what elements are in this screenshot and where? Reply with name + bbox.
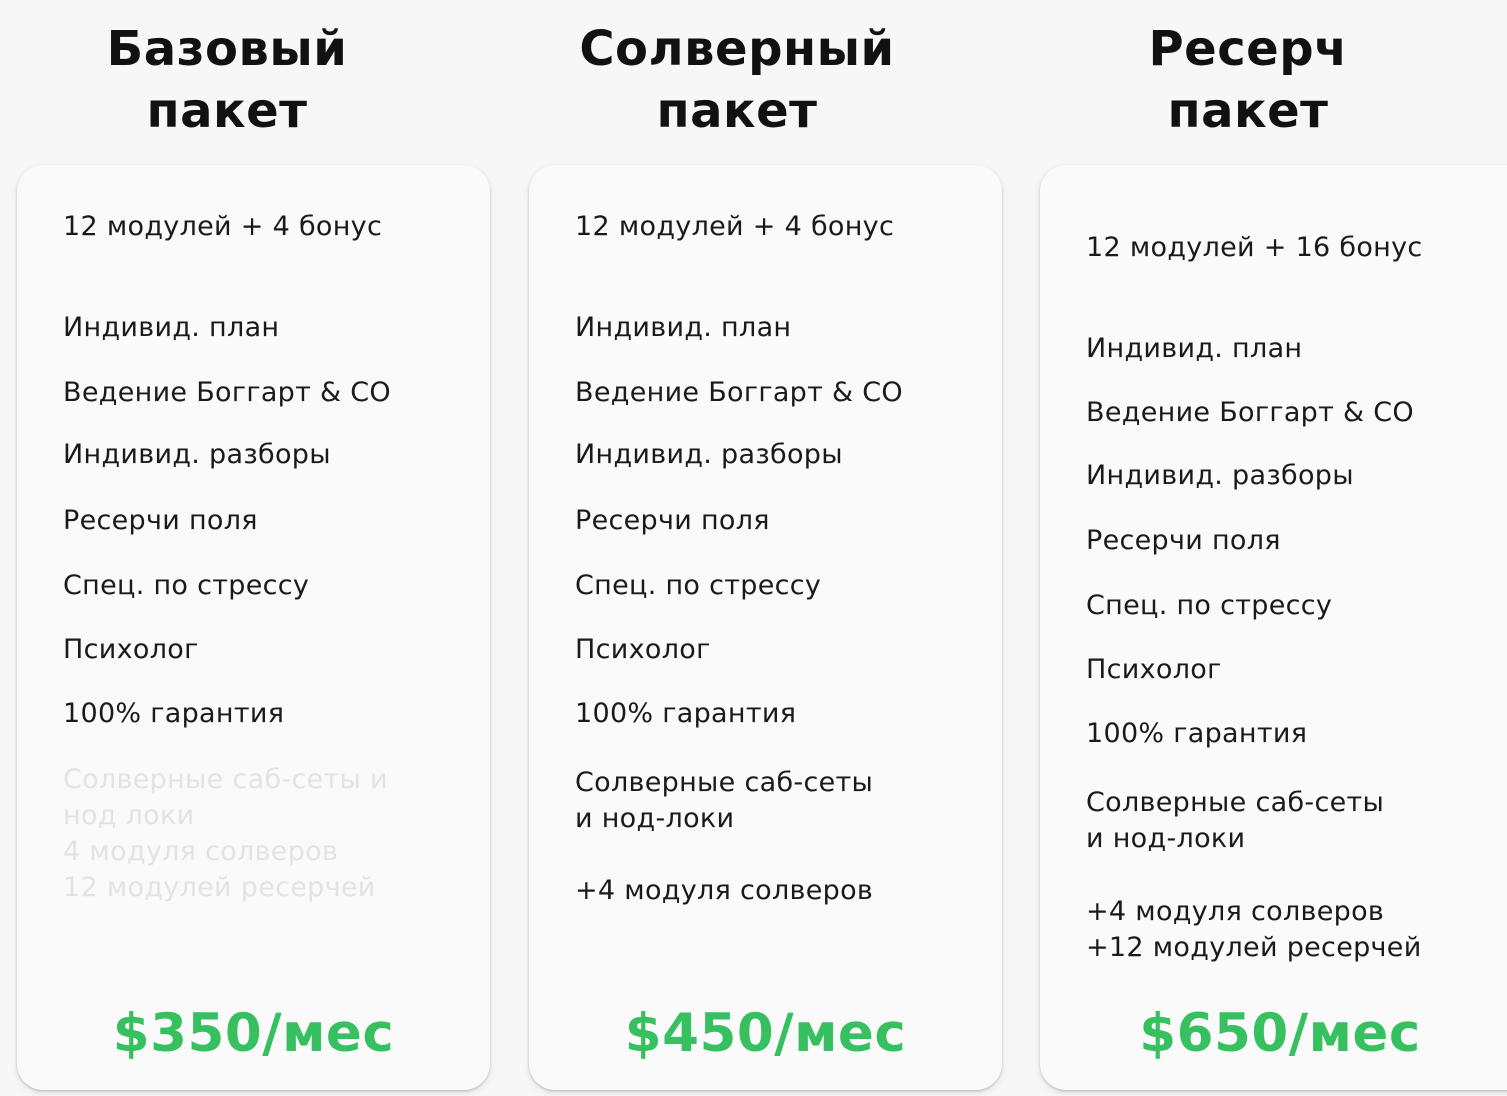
feature-item: +4 модуля солверов	[575, 875, 874, 906]
unavailable-feature-item: 4 модуля солверов	[63, 836, 339, 867]
feature-item: Психолог	[63, 634, 199, 665]
feature-item: +4 модуля солверов	[1086, 896, 1385, 927]
feature-item: Индивид. разборы	[1086, 460, 1354, 491]
feature-item: 100% гарантия	[575, 698, 797, 729]
package-card-research[interactable]: 12 модулей + 16 бонус Индивид. план Веде…	[1040, 165, 1507, 1090]
feature-item: и нод-локи	[1086, 823, 1246, 854]
price-label: $650/мес	[1139, 1003, 1421, 1064]
feature-item: Ресерчи поля	[1086, 525, 1281, 556]
package-card-basic[interactable]: 12 модулей + 4 бонус Индивид. план Веден…	[17, 165, 490, 1090]
feature-item: 12 модулей + 16 бонус	[1086, 232, 1423, 263]
title-line: Ресерч	[1148, 21, 1348, 77]
unavailable-feature-item: Солверные саб-сеты и	[63, 764, 388, 795]
package-title-basic: Базовый пакет	[0, 18, 467, 142]
feature-item: Индивид. план	[63, 312, 280, 343]
price-label: $350/мес	[112, 1003, 395, 1064]
feature-item: Ресерчи поля	[575, 505, 770, 536]
feature-item: Индивид. разборы	[63, 439, 331, 470]
feature-item: Индивид. разборы	[575, 439, 843, 470]
feature-item: и нод-локи	[575, 803, 735, 834]
title-line: пакет	[1167, 83, 1329, 139]
feature-item: 100% гарантия	[63, 698, 285, 729]
feature-item: Ведение Боггарт & CO	[575, 377, 903, 408]
unavailable-feature-item: 12 модулей ресерчей	[63, 872, 376, 903]
feature-item: Спец. по стрессу	[1086, 590, 1333, 621]
title-line: Солверный	[579, 21, 895, 77]
feature-item: Ведение Боггарт & CO	[1086, 397, 1414, 428]
feature-item: Спец. по стрессу	[575, 570, 822, 601]
feature-item: Солверные саб-сеты	[1086, 787, 1385, 818]
price-label: $450/мес	[624, 1003, 907, 1064]
feature-item: +12 модулей ресерчей	[1086, 932, 1422, 963]
pricing-page: Базовый пакет Солверный пакет Ресерч пак…	[0, 0, 1507, 1096]
unavailable-feature-item: нод локи	[63, 800, 195, 831]
feature-item: Индивид. план	[1086, 333, 1303, 364]
title-line: пакет	[656, 83, 818, 139]
feature-item: 100% гарантия	[1086, 718, 1308, 749]
feature-item: Психолог	[575, 634, 711, 665]
package-title-solver: Солверный пакет	[497, 18, 977, 142]
title-line: Базовый	[106, 21, 348, 77]
feature-item: Солверные саб-сеты	[575, 767, 874, 798]
package-title-research: Ресерч пакет	[1008, 18, 1488, 142]
feature-item: Психолог	[1086, 654, 1222, 685]
feature-item: Индивид. план	[575, 312, 792, 343]
package-card-solver[interactable]: 12 модулей + 4 бонус Индивид. план Веден…	[529, 165, 1002, 1090]
feature-item: Ведение Боггарт & CO	[63, 377, 391, 408]
title-line: пакет	[146, 83, 308, 139]
feature-item: 12 модулей + 4 бонус	[63, 211, 383, 242]
feature-item: Спец. по стрессу	[63, 570, 310, 601]
feature-item: 12 модулей + 4 бонус	[575, 211, 895, 242]
feature-item: Ресерчи поля	[63, 505, 258, 536]
